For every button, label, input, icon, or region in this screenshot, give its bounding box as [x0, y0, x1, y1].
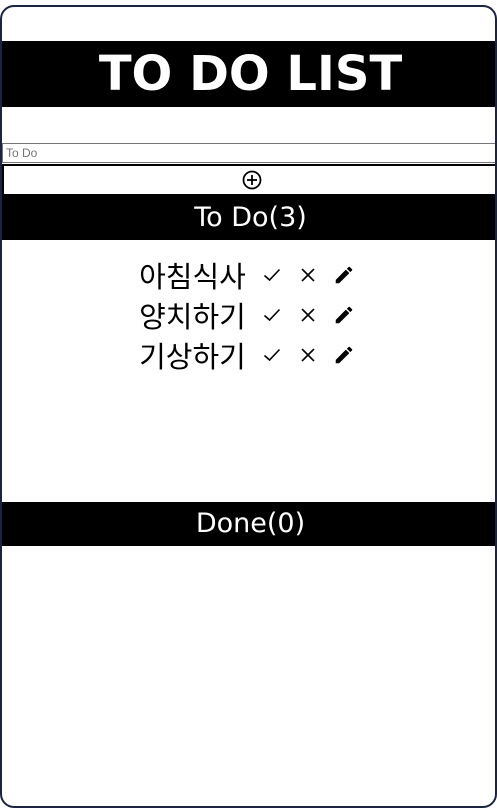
pencil-icon[interactable]: [330, 301, 358, 329]
todo-item-text: 아침식사: [139, 260, 246, 294]
add-todo-button[interactable]: [2, 164, 495, 196]
done-section-header: Done(0): [2, 502, 495, 546]
todo-item-text: 기상하기: [139, 340, 246, 374]
check-icon[interactable]: [258, 341, 286, 369]
plus-circle-icon: [242, 170, 261, 190]
todo-item: 기상하기: [2, 335, 495, 375]
check-icon[interactable]: [258, 261, 286, 289]
check-icon[interactable]: [258, 301, 286, 329]
todo-section-header: To Do(3): [2, 196, 495, 240]
todo-item: 아침식사: [2, 255, 495, 295]
todo-input[interactable]: [2, 143, 495, 163]
close-icon[interactable]: [294, 341, 322, 369]
pencil-icon[interactable]: [330, 261, 358, 289]
app-frame: TO DO LIST To Do(3) 아침식사 양치하기: [0, 5, 497, 808]
pencil-icon[interactable]: [330, 341, 358, 369]
close-icon[interactable]: [294, 301, 322, 329]
close-icon[interactable]: [294, 261, 322, 289]
page-title: TO DO LIST: [2, 41, 495, 107]
todo-item: 양치하기: [2, 295, 495, 335]
todo-item-text: 양치하기: [139, 300, 246, 334]
todo-list: 아침식사 양치하기 기상하기: [2, 255, 495, 375]
